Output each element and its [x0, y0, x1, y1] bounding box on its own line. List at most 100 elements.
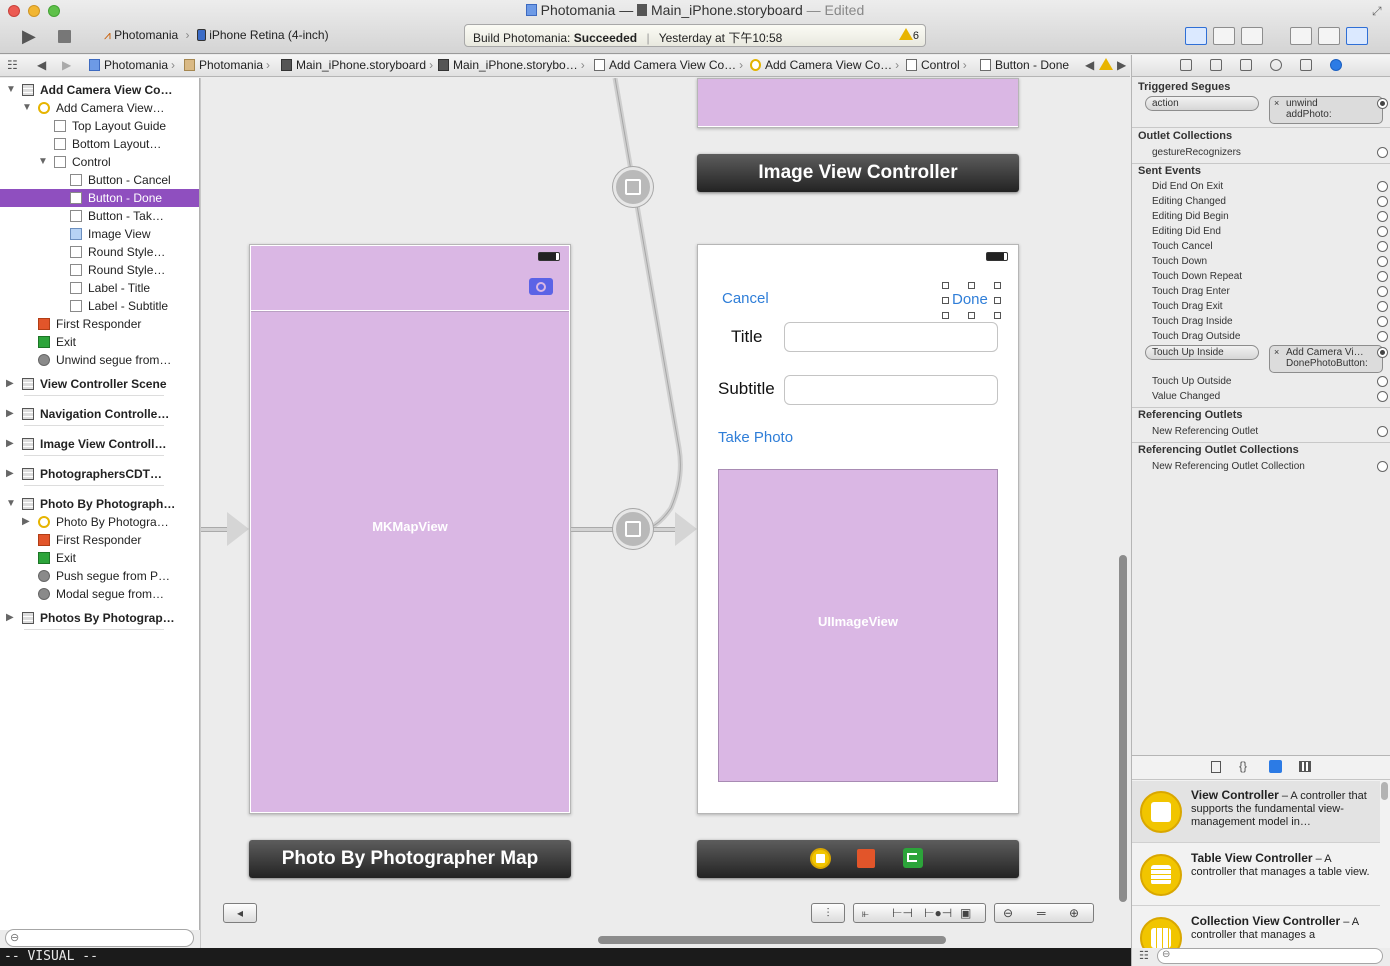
push-segue-icon[interactable] [613, 509, 653, 549]
related-items-icon[interactable]: ☷ [7, 58, 18, 72]
connection-circle[interactable] [1377, 226, 1388, 237]
connection-circle[interactable] [1377, 347, 1388, 358]
image-vc-scene-dock[interactable]: Image View Controller [697, 154, 1019, 192]
outline-row[interactable]: Label - Subtitle [0, 297, 199, 315]
assistant-editor-button[interactable] [1213, 27, 1235, 45]
outline-row[interactable]: Label - Title [0, 279, 199, 297]
resolve-icon[interactable]: ⊢●⊣ [924, 904, 952, 922]
layout-buttons-group[interactable]: ⫦ ⊢⊣ ⊢●⊣ ▣ [853, 903, 986, 923]
crumb-project[interactable]: Photomania › [89, 58, 175, 72]
action-segue-pill[interactable]: action [1145, 96, 1259, 111]
attributes-inspector-tab[interactable] [1270, 59, 1282, 71]
connection-circle[interactable] [1377, 256, 1388, 267]
connection-circle[interactable] [1377, 286, 1388, 297]
outline-row[interactable]: First Responder [0, 315, 199, 333]
connection-circle[interactable] [1377, 98, 1388, 109]
outline-row[interactable]: First Responder [0, 531, 199, 549]
library-search-field[interactable]: ⊖ [1157, 948, 1383, 964]
disclosure-closed-icon[interactable]: ▶ [6, 408, 14, 419]
connection-circle[interactable] [1377, 271, 1388, 282]
unwind-connection[interactable]: × unwind addPhoto: [1269, 96, 1383, 124]
crumb-button-done[interactable]: Button - Done [980, 58, 1069, 72]
camera-icon[interactable] [529, 278, 553, 295]
outline-row[interactable]: Bottom Layout… [0, 135, 199, 153]
run-button[interactable]: ▶ [22, 26, 36, 47]
add-camera-scene-view[interactable]: Cancel Done Title Subtitle Take Photo UI… [697, 244, 1019, 814]
modal-segue-icon[interactable] [613, 167, 653, 207]
disclosure-open-icon[interactable]: ▼ [22, 102, 32, 113]
disclosure-open-icon[interactable]: ▼ [6, 498, 16, 509]
connection-circle[interactable] [1377, 241, 1388, 252]
quick-help-tab[interactable] [1210, 59, 1222, 71]
outline-row[interactable]: Round Style… [0, 261, 199, 279]
outline-row[interactable]: Image View [0, 225, 199, 243]
first-responder-icon[interactable] [857, 849, 875, 868]
previous-issue-icon[interactable]: ◀ [1085, 58, 1094, 72]
code-snippet-tab[interactable]: {} [1239, 759, 1247, 773]
add-camera-scene-dock[interactable] [697, 840, 1019, 878]
crumb-control[interactable]: Control › [906, 58, 967, 72]
hide-outline-button[interactable]: ◂ [223, 903, 257, 923]
take-photo-button[interactable]: Take Photo [718, 429, 793, 446]
connections-inspector-tab[interactable] [1330, 59, 1342, 71]
size-inspector-tab[interactable] [1300, 59, 1312, 71]
next-issue-icon[interactable]: ▶ [1117, 58, 1126, 72]
pin-icon[interactable]: ⊢⊣ [892, 904, 913, 922]
fullscreen-icon[interactable]: ⤢ [1372, 4, 1382, 19]
disclosure-closed-icon[interactable]: ▶ [6, 468, 14, 479]
resize-handle[interactable] [942, 282, 949, 289]
outline-row[interactable]: Exit [0, 333, 199, 351]
zoom-buttons-group[interactable]: ⊖ ═ ⊕ [994, 903, 1094, 923]
outline-row[interactable]: ▼ Photo By Photograph… [0, 495, 199, 513]
toggle-debug-area-button[interactable] [1318, 27, 1340, 45]
image-vc-scene-view[interactable] [697, 78, 1019, 128]
outline-row[interactable]: ▼ Add Camera View Co… [0, 81, 199, 99]
outline-row[interactable]: ▼ Control [0, 153, 199, 171]
crumb-group[interactable]: Photomania › [184, 58, 270, 72]
toggle-utilities-button[interactable] [1346, 27, 1368, 45]
disclosure-closed-icon[interactable]: ▶ [22, 516, 30, 527]
outline-row[interactable]: Modal segue from… [0, 585, 199, 603]
outline-row[interactable]: ▶ View Controller Scene [0, 375, 199, 393]
storyboard-canvas[interactable]: Image View Controller MKMapView Photo By… [200, 78, 1130, 948]
zoom-reset-icon[interactable]: ═ [1037, 904, 1046, 922]
resize-handle[interactable] [994, 282, 1001, 289]
outline-row[interactable]: ▼ Add Camera View… [0, 99, 199, 117]
outline-row[interactable]: Top Layout Guide [0, 117, 199, 135]
outline-row[interactable]: ▶ Navigation Controlle… [0, 405, 199, 423]
connection-circle[interactable] [1377, 376, 1388, 387]
outline-row[interactable]: Button - Done [0, 189, 199, 207]
connection-circle[interactable] [1377, 301, 1388, 312]
toggle-navigator-button[interactable] [1290, 27, 1312, 45]
cancel-button[interactable]: Cancel [722, 290, 769, 307]
resize-handle[interactable] [942, 297, 949, 304]
connection-circle[interactable] [1377, 211, 1388, 222]
map-scene-dock[interactable]: Photo By Photographer Map [249, 840, 571, 878]
identity-inspector-tab[interactable] [1240, 59, 1252, 71]
library-scrollbar[interactable] [1381, 782, 1388, 800]
connection-circle[interactable] [1377, 316, 1388, 327]
connection-circle[interactable] [1377, 331, 1388, 342]
map-scene-view[interactable]: MKMapView [249, 244, 571, 814]
view-controller-icon[interactable] [810, 848, 831, 869]
resize-handle[interactable] [994, 312, 1001, 319]
crumb-storyboard-base[interactable]: Main_iPhone.storybo… › [438, 58, 585, 72]
stop-button[interactable] [58, 30, 71, 43]
subtitle-text-field[interactable] [784, 375, 998, 405]
crumb-storyboard[interactable]: Main_iPhone.storyboard › [281, 58, 433, 72]
warning-badge[interactable]: 6 [898, 28, 919, 42]
outline-row[interactable]: Round Style… [0, 243, 199, 261]
connection-circle[interactable] [1377, 461, 1388, 472]
horizontal-scrollbar[interactable] [598, 936, 946, 944]
resizing-icon[interactable]: ▣ [960, 904, 971, 922]
disclosure-open-icon[interactable]: ▼ [6, 84, 16, 95]
outline-filter-field[interactable]: ⊖ [5, 929, 194, 947]
outline-row[interactable]: Exit [0, 549, 199, 567]
exit-icon[interactable] [903, 848, 923, 868]
touch-up-inside-connection[interactable]: × Add Camera Vi… DonePhotoButton: [1269, 345, 1383, 373]
connection-circle[interactable] [1377, 147, 1388, 158]
library-item-table-view-controller[interactable]: Table View Controller – A controller tha… [1132, 844, 1380, 906]
standard-editor-button[interactable] [1185, 27, 1207, 45]
resize-handle[interactable] [968, 282, 975, 289]
resize-handle[interactable] [994, 297, 1001, 304]
